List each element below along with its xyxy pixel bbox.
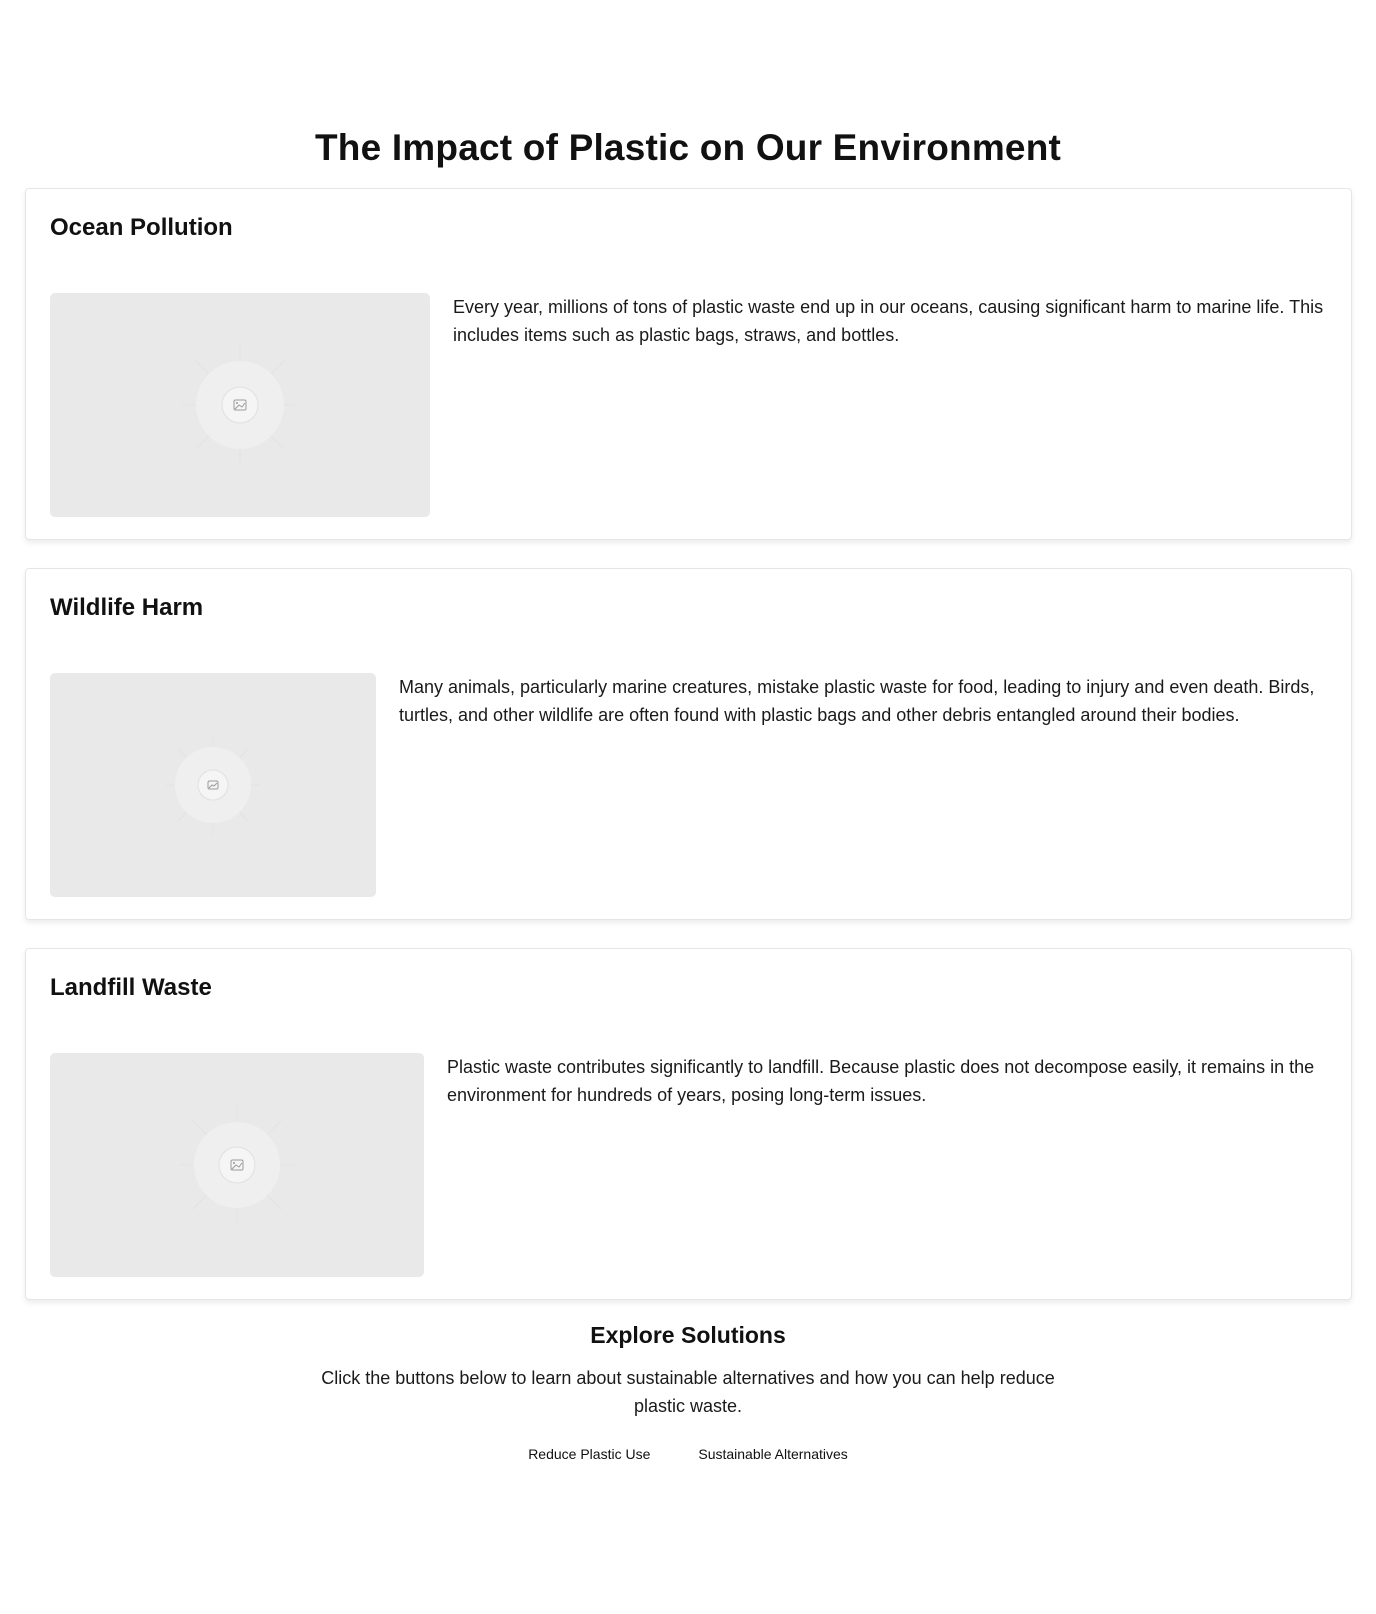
explore-solutions: Explore Solutions Click the buttons belo… <box>0 1320 1376 1464</box>
reduce-plastic-use-button[interactable]: Reduce Plastic Use <box>528 1444 650 1464</box>
section-image <box>50 293 430 517</box>
section-ocean-pollution: Ocean Pollution Every year, millions of … <box>25 188 1352 540</box>
image-placeholder-icon <box>166 735 260 835</box>
solutions-text: Click the buttons below to learn about s… <box>321 1368 1055 1416</box>
solutions-buttons: Reduce Plastic Use Sustainable Alternati… <box>0 1444 1376 1464</box>
section-image <box>50 1053 424 1277</box>
image-placeholder-icon <box>180 1105 294 1225</box>
sustainable-alternatives-button[interactable]: Sustainable Alternatives <box>698 1444 847 1464</box>
section-text: Plastic waste contributes significantly … <box>447 1057 1315 1105</box>
section-landfill-waste: Landfill Waste Plastic waste contributes… <box>25 948 1352 1300</box>
page-title: The Impact of Plastic on Our Environment <box>314 127 1062 168</box>
section-image <box>50 673 376 897</box>
section-text: Every year, millions of tons of plastic … <box>453 297 1324 345</box>
section-title: Wildlife Harm <box>50 594 204 621</box>
section-title: Landfill Waste <box>50 974 212 1001</box>
solutions-title: Explore Solutions <box>590 1322 786 1348</box>
section-wildlife-harm: Wildlife Harm Many animals, particularly… <box>25 568 1352 920</box>
section-text: Many animals, particularly marine creatu… <box>399 677 1315 725</box>
image-placeholder-icon <box>182 343 298 467</box>
section-title: Ocean Pollution <box>50 214 233 241</box>
